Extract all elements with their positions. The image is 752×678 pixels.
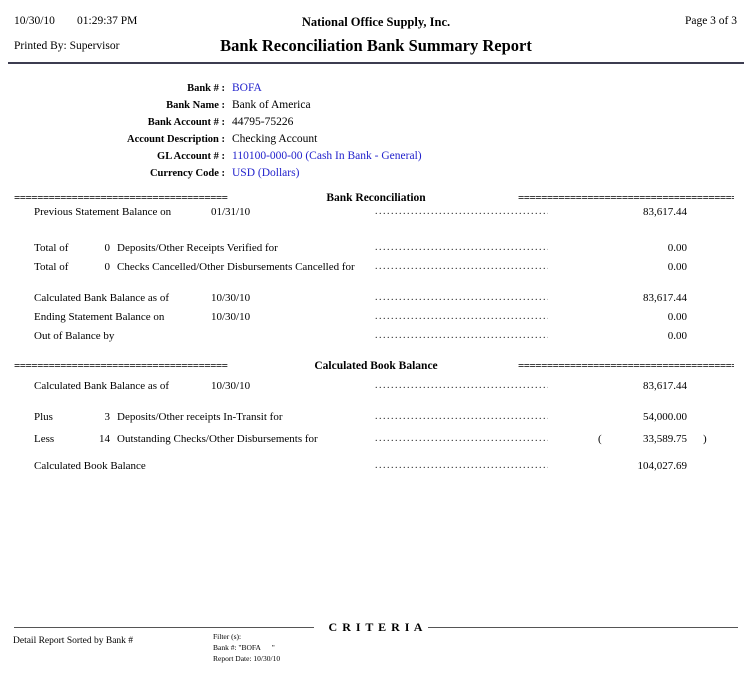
row-label: Calculated Bank Balance as of — [34, 380, 169, 392]
dotted-leader: ........................................… — [375, 433, 548, 444]
row-amount: 83,617.44 — [557, 292, 687, 304]
bank-account-value: 44795-75226 — [232, 116, 293, 128]
row-amount: 0.00 — [557, 311, 687, 323]
row-count: 3 — [60, 411, 110, 423]
row-description: Outstanding Checks/Other Disbursements f… — [117, 433, 318, 445]
report-row: Calculated Book Balance ................… — [0, 460, 752, 474]
filter-line: Report Date: 10/30/10 — [213, 653, 280, 664]
dotted-leader: ........................................… — [375, 261, 548, 272]
bank-reconciliation-report-page: 10/30/10 01:29:37 PM Printed By: Supervi… — [0, 0, 752, 678]
sorted-by-text: Detail Report Sorted by Bank # — [13, 636, 133, 646]
row-label: Less — [34, 433, 54, 445]
paren-close: ) — [703, 433, 707, 445]
bank-name-value: Bank of America — [232, 99, 311, 111]
dotted-leader: ........................................… — [375, 380, 548, 391]
info-row-gl-account: GL Account # : 110100-000-00 (Cash In Ba… — [0, 150, 752, 165]
row-amount: 0.00 — [557, 330, 687, 342]
row-description: Checks Cancelled/Other Disbursements Can… — [117, 261, 355, 273]
info-row-account-description: Account Description : Checking Account — [0, 133, 752, 148]
report-row: Calculated Bank Balance as of 10/30/10 .… — [0, 380, 752, 394]
row-label: Calculated Book Balance — [34, 460, 146, 472]
report-row: Plus 3 Deposits/Other receipts In-Transi… — [0, 411, 752, 425]
row-label: Out of Balance by — [34, 330, 114, 342]
row-label: Calculated Bank Balance as of — [34, 292, 169, 304]
report-row: Previous Statement Balance on 01/31/10 .… — [0, 206, 752, 220]
dotted-leader: ........................................… — [375, 460, 548, 471]
row-label: Plus — [34, 411, 53, 423]
row-label: Previous Statement Balance on — [34, 206, 171, 218]
equals-rule-right: ========================================… — [518, 360, 734, 372]
info-row-currency-code: Currency Code : USD (Dollars) — [0, 167, 752, 182]
dotted-leader: ........................................… — [375, 330, 548, 341]
info-row-bank-number: Bank # : BOFA — [0, 82, 752, 97]
dotted-leader: ........................................… — [375, 206, 548, 217]
info-row-bank-account: Bank Account # : 44795-75226 — [0, 116, 752, 131]
currency-code-label: Currency Code : — [0, 168, 225, 179]
report-row: Out of Balance by ......................… — [0, 330, 752, 344]
row-amount: 54,000.00 — [557, 411, 687, 423]
row-count: 0 — [60, 261, 110, 273]
bank-name-label: Bank Name : — [0, 100, 225, 111]
row-count: 14 — [60, 433, 110, 445]
section-header-bank-reconciliation: ========================================… — [0, 192, 752, 207]
header-divider — [8, 62, 744, 64]
row-amount: 0.00 — [557, 261, 687, 273]
row-amount: 83,617.44 — [557, 206, 687, 218]
report-row: Ending Statement Balance on 10/30/10 ...… — [0, 311, 752, 325]
row-description: Deposits/Other Receipts Verified for — [117, 242, 278, 254]
row-date: 10/30/10 — [211, 380, 250, 392]
criteria-rule-right — [428, 627, 738, 628]
section-header-calculated-book-balance: ========================================… — [0, 360, 752, 375]
row-date: 10/30/10 — [211, 311, 250, 323]
equals-rule-right: ========================================… — [518, 192, 734, 204]
dotted-leader: ........................................… — [375, 311, 548, 322]
filter-line: Filter (s): — [213, 631, 280, 642]
row-amount: 104,027.69 — [557, 460, 687, 472]
report-row: Total of 0 Deposits/Other Receipts Verif… — [0, 242, 752, 256]
page-number: Page 3 of 3 — [685, 15, 737, 27]
row-date: 10/30/10 — [211, 292, 250, 304]
filter-line: Bank #: "BOFA " — [213, 642, 280, 653]
row-date: 01/31/10 — [211, 206, 250, 218]
row-amount: 33,589.75 — [557, 433, 687, 445]
row-label: Ending Statement Balance on — [34, 311, 164, 323]
report-row: Calculated Bank Balance as of 10/30/10 .… — [0, 292, 752, 306]
gl-account-label: GL Account # : — [0, 151, 225, 162]
row-description: Deposits/Other receipts In-Transit for — [117, 411, 282, 423]
filter-block: Filter (s): Bank #: "BOFA " Report Date:… — [213, 631, 280, 664]
account-description-value: Checking Account — [232, 133, 317, 145]
row-amount: 0.00 — [557, 242, 687, 254]
report-row: Total of 0 Checks Cancelled/Other Disbur… — [0, 261, 752, 275]
bank-number-label: Bank # : — [0, 83, 225, 94]
bank-number-value: BOFA — [232, 82, 262, 94]
bank-account-label: Bank Account # : — [0, 117, 225, 128]
dotted-leader: ........................................… — [375, 292, 548, 303]
dotted-leader: ........................................… — [375, 242, 548, 253]
gl-account-value: 110100-000-00 (Cash In Bank - General) — [232, 150, 422, 162]
row-amount: 83,617.44 — [557, 380, 687, 392]
account-description-label: Account Description : — [0, 134, 225, 145]
info-row-bank-name: Bank Name : Bank of America — [0, 99, 752, 114]
row-count: 0 — [60, 242, 110, 254]
report-title: Bank Reconciliation Bank Summary Report — [0, 36, 752, 56]
currency-code-value: USD (Dollars) — [232, 167, 299, 179]
company-name: National Office Supply, Inc. — [0, 15, 752, 30]
report-row: Less 14 Outstanding Checks/Other Disburs… — [0, 433, 752, 447]
dotted-leader: ........................................… — [375, 411, 548, 422]
